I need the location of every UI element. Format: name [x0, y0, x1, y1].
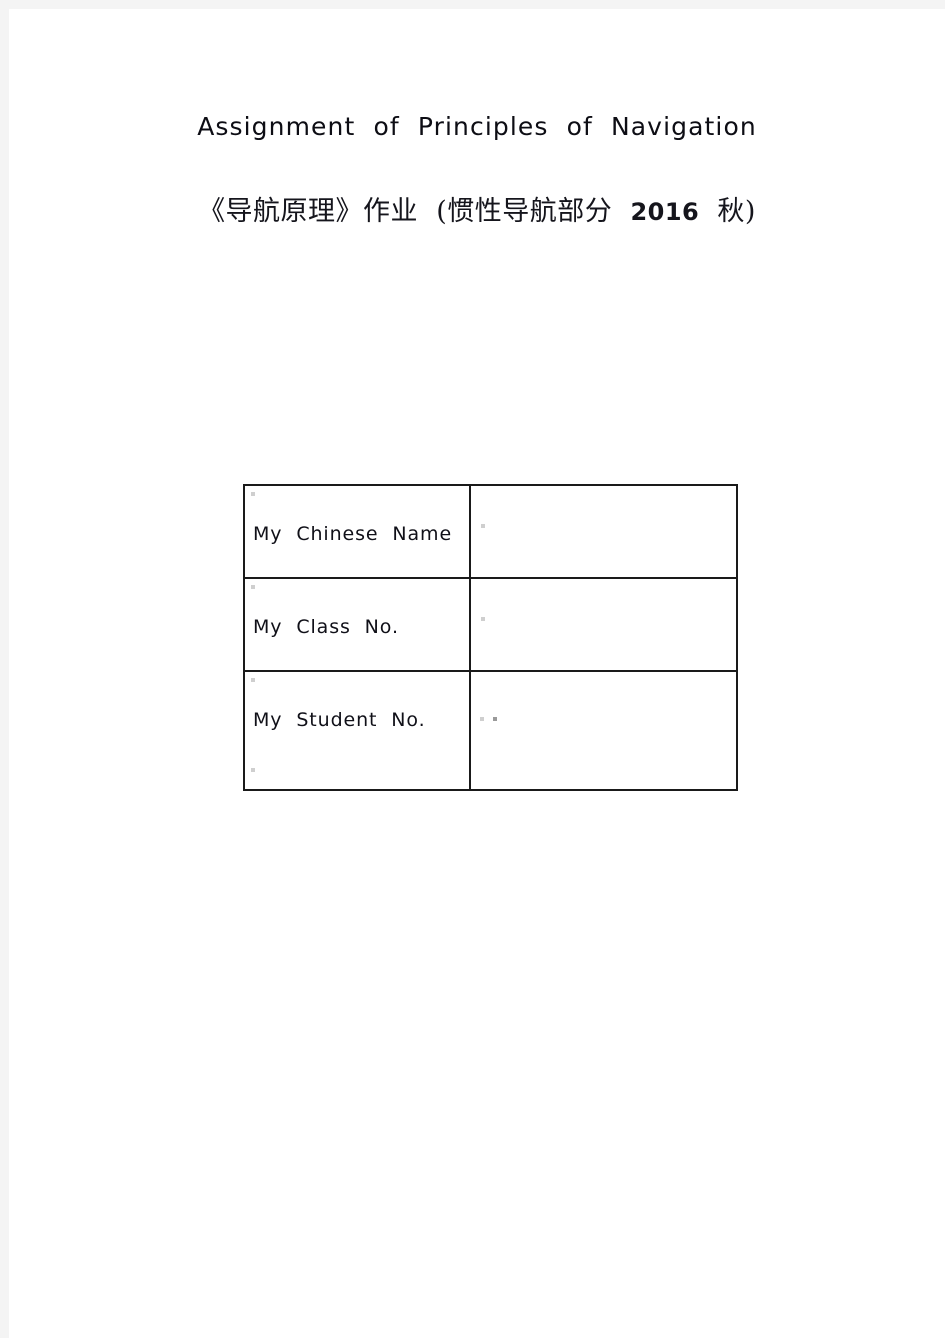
- page-subtitle-suffix: 秋): [699, 196, 756, 227]
- page-subtitle: 《导航原理》作业 (惯性导航部分 2016 秋): [9, 189, 945, 228]
- scan-speck-icon: [251, 768, 255, 772]
- table-row: My Student No.: [243, 670, 738, 791]
- scan-speck-icon: [251, 585, 255, 589]
- scan-speck-icon: [481, 524, 485, 528]
- table-cell-value-student-no[interactable]: [469, 670, 738, 791]
- label-my-chinese-name: My Chinese Name: [253, 523, 453, 545]
- page-subtitle-prefix: 《导航原理》作业 (惯性导航部分: [198, 196, 631, 227]
- page-margin-left: [0, 0, 9, 1338]
- scan-speck-icon: [480, 717, 484, 721]
- scan-speck-icon: [251, 678, 255, 682]
- label-my-student-no: My Student No.: [253, 709, 426, 731]
- table-row: My Class No.: [243, 577, 738, 672]
- table-cell-value-class-no[interactable]: [469, 577, 738, 672]
- label-my-class-no: My Class No.: [253, 616, 399, 638]
- document-page: Assignment of Principles of Navigation 《…: [9, 9, 945, 1338]
- table-cell-label-chinese-name: My Chinese Name: [243, 484, 471, 579]
- scan-speck-icon: [251, 492, 255, 496]
- table-cell-value-chinese-name[interactable]: [469, 484, 738, 579]
- table-cell-label-student-no: My Student No.: [243, 670, 471, 791]
- table-row: My Chinese Name: [243, 484, 738, 579]
- page-title: Assignment of Principles of Navigation: [197, 112, 757, 141]
- page-subtitle-year: 2016: [630, 198, 700, 226]
- scan-speck-icon: [493, 717, 497, 721]
- student-info-table: My Chinese Name My Class No. My Student …: [243, 484, 738, 791]
- table-cell-label-class-no: My Class No.: [243, 577, 471, 672]
- scan-speck-icon: [481, 617, 485, 621]
- page-margin-top: [0, 0, 945, 9]
